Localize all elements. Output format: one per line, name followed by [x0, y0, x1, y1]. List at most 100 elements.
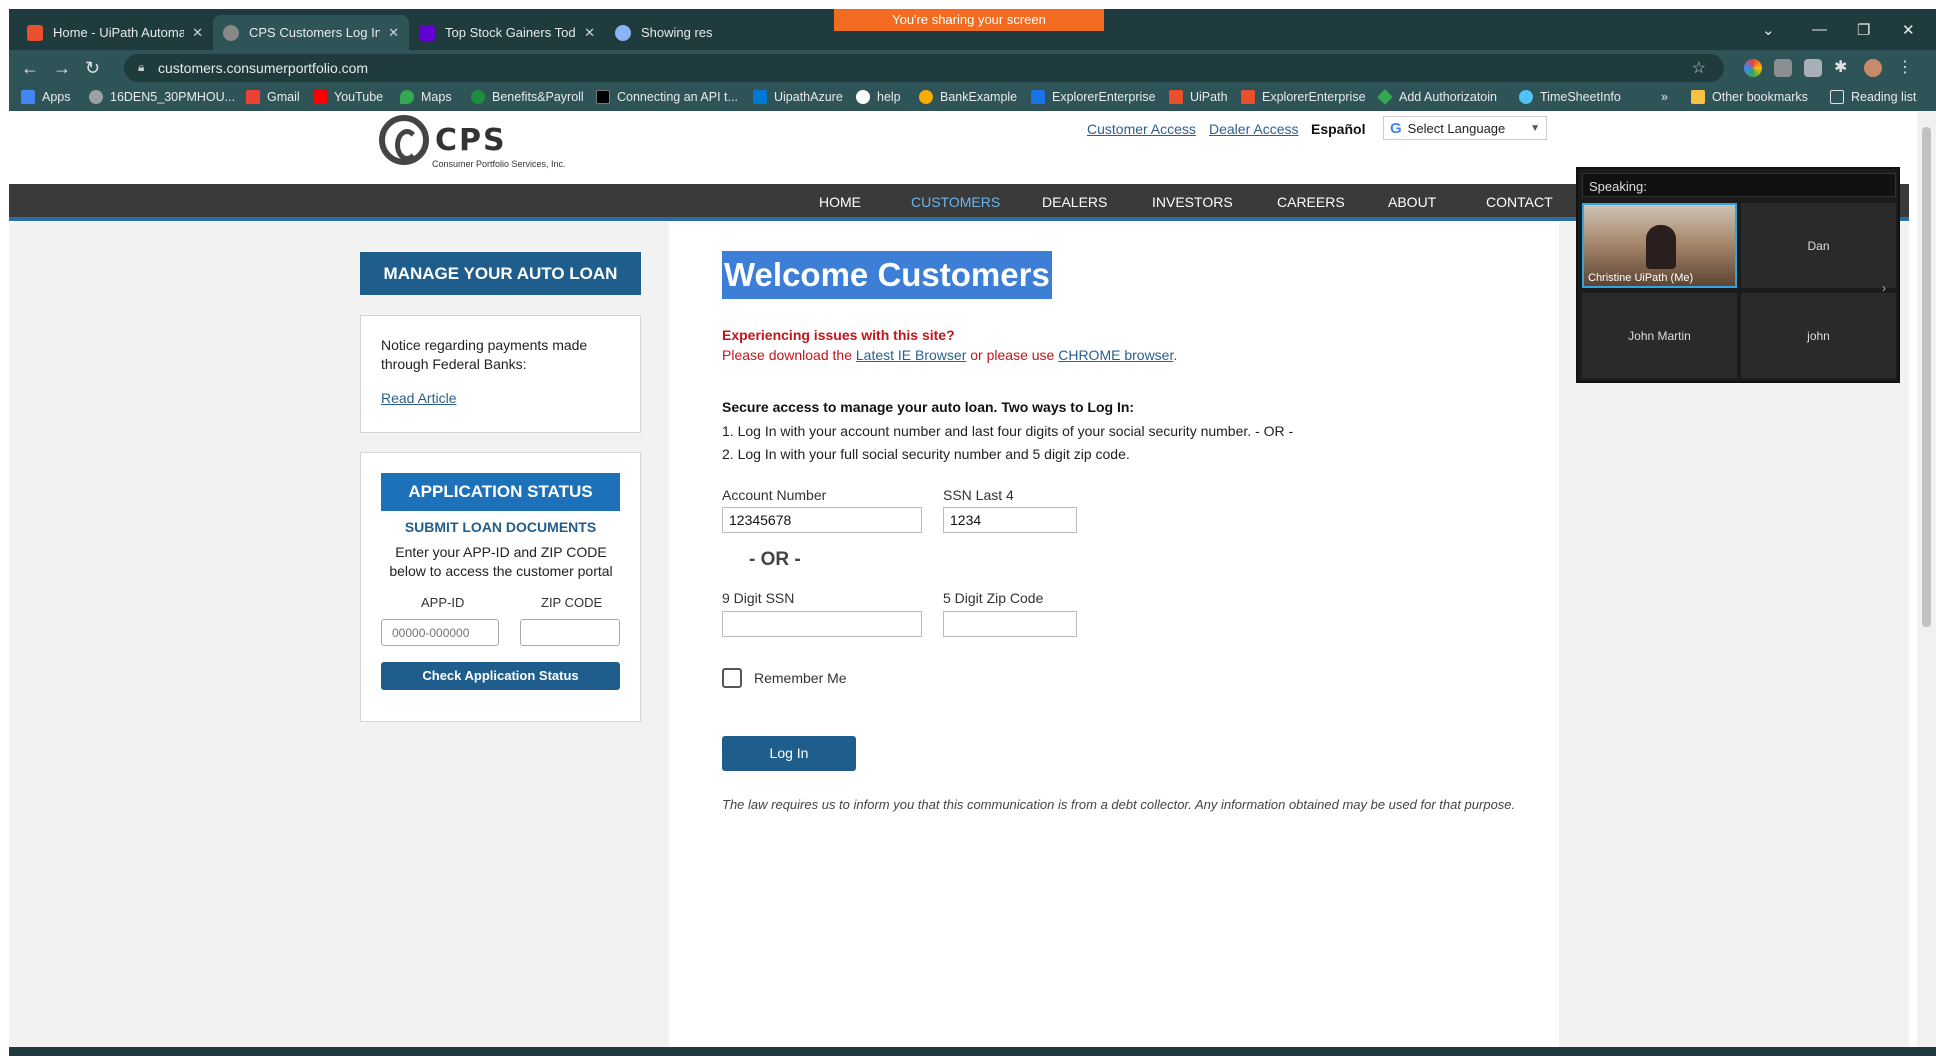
notice-card: Notice regarding payments made through F… — [360, 315, 641, 433]
profile-avatar[interactable] — [1864, 59, 1882, 77]
url-bar[interactable]: 🔒︎ customers.consumerportfolio.com ☆ — [124, 54, 1724, 82]
tab-search-icon[interactable]: ⌄ — [1762, 21, 1775, 39]
back-icon[interactable]: ← — [21, 58, 39, 79]
zip-5-digit-label: 5 Digit Zip Code — [943, 590, 1044, 606]
speaking-indicator: Speaking: — [1582, 173, 1896, 197]
remember-me-checkbox[interactable] — [722, 668, 742, 688]
zip-5-digit-input[interactable] — [943, 611, 1077, 637]
participant-tile[interactable]: john — [1741, 293, 1896, 378]
more-bookmarks-chevron[interactable]: » — [1661, 90, 1668, 104]
participant-tile-self[interactable]: Christine UiPath (Me) — [1582, 203, 1737, 288]
language-select[interactable]: G Select Language ▼ — [1383, 116, 1547, 140]
puzzle-extensions-icon[interactable]: ✱ — [1834, 59, 1852, 77]
bookmark-item[interactable]: Gmail — [246, 90, 300, 104]
maps-pin-icon — [400, 90, 414, 104]
nav-home[interactable]: HOME — [819, 194, 861, 210]
remember-me-label[interactable]: Remember Me — [754, 670, 847, 686]
globe-icon — [89, 90, 103, 104]
nav-investors[interactable]: INVESTORS — [1152, 194, 1233, 210]
nav-customers[interactable]: CUSTOMERS — [911, 194, 1000, 210]
reload-icon[interactable]: ↻ — [85, 58, 100, 79]
url-text: customers.consumerportfolio.com — [158, 60, 369, 76]
participant-tile[interactable]: Dan — [1741, 203, 1896, 288]
screen-sharing-banner[interactable]: You're sharing your screen — [834, 9, 1104, 31]
tab-showing-results[interactable]: Showing res — [605, 15, 835, 50]
zip-code-input[interactable] — [520, 619, 620, 646]
page-scrollbar[interactable] — [1917, 111, 1936, 1047]
github-icon — [856, 90, 870, 104]
tab-cps-login[interactable]: CPS Customers Log In ✕ — [213, 15, 409, 50]
bookmark-item[interactable]: TimeSheetInfo — [1519, 90, 1621, 104]
bookmark-item[interactable]: Connecting an API t... — [596, 90, 738, 104]
bookmark-item[interactable]: 16DEN5_30PMHOU... — [89, 90, 235, 104]
participant-tile[interactable]: John Martin — [1582, 293, 1737, 378]
secure-access-title: Secure access to manage your auto loan. … — [722, 399, 1135, 415]
bookmark-item[interactable]: ExplorerEnterprise — [1031, 90, 1156, 104]
notice-text: Notice regarding payments made through F… — [381, 337, 588, 372]
nav-contact[interactable]: CONTACT — [1486, 194, 1553, 210]
minimize-icon[interactable]: — — [1812, 21, 1827, 38]
tab-yahoo-gainers[interactable]: Top Stock Gainers Today - Yahoo ✕ — [409, 15, 605, 50]
account-number-input[interactable]: 12345678 — [722, 507, 922, 533]
bookmark-item[interactable]: UipathAzure — [753, 90, 843, 104]
google-g-icon: G — [1390, 119, 1402, 137]
forward-icon[interactable]: → — [53, 58, 71, 79]
tab-uipath-home[interactable]: Home - UiPath Automation Clou ✕ — [17, 15, 213, 50]
close-tab-icon[interactable]: ✕ — [192, 25, 203, 41]
lock-icon: 🔒︎ — [138, 60, 145, 74]
next-page-chevron-icon[interactable]: › — [1882, 281, 1886, 295]
close-tab-icon[interactable]: ✕ — [388, 25, 399, 41]
debt-collector-notice: The law requires us to inform you that t… — [722, 797, 1516, 812]
menu-kebab-icon[interactable]: ⋮ — [1897, 59, 1915, 77]
close-tab-icon[interactable]: ✕ — [584, 25, 595, 41]
latest-ie-browser-link[interactable]: Latest IE Browser — [856, 347, 967, 363]
customer-access-link[interactable]: Customer Access — [1087, 121, 1196, 137]
nav-dealers[interactable]: DEALERS — [1042, 194, 1107, 210]
close-window-icon[interactable]: ✕ — [1902, 21, 1915, 39]
bookmark-item[interactable]: Benefits&Payroll — [471, 90, 584, 104]
participant-silhouette — [1646, 225, 1676, 269]
cloud-icon — [1519, 90, 1533, 104]
bookmark-item[interactable]: help — [856, 90, 901, 104]
bookmark-item[interactable]: Add Authorizatoin — [1377, 89, 1497, 105]
ssn-last4-input[interactable]: 1234 — [943, 507, 1077, 533]
espanol-link[interactable]: Español — [1311, 121, 1365, 137]
app-id-input[interactable] — [381, 619, 499, 646]
ssn-9-digit-label: 9 Digit SSN — [722, 590, 795, 606]
login-button[interactable]: Log In — [722, 736, 856, 771]
uipath-icon — [1169, 90, 1183, 104]
login-option-1: 1. Log In with your account number and l… — [722, 423, 1294, 439]
extension-icon[interactable] — [1804, 59, 1822, 77]
chrome-browser-link[interactable]: CHROME browser — [1058, 347, 1173, 363]
ssn-9-digit-input[interactable] — [722, 611, 922, 637]
zip-code-label: ZIP CODE — [541, 595, 603, 610]
folder-icon — [1691, 90, 1705, 104]
check-application-status-button[interactable]: Check Application Status — [381, 662, 620, 690]
manage-auto-loan-button[interactable]: MANAGE YOUR AUTO LOAN — [360, 252, 641, 295]
read-article-link[interactable]: Read Article — [381, 390, 456, 406]
submit-loan-documents-link[interactable]: SUBMIT LOAN DOCUMENTS — [361, 519, 640, 535]
reading-list[interactable]: Reading list — [1830, 90, 1916, 104]
restore-icon[interactable]: ❐ — [1857, 21, 1870, 39]
word-icon — [1031, 90, 1045, 104]
bookmark-item[interactable]: Apps — [21, 90, 71, 104]
other-bookmarks[interactable]: Other bookmarks — [1691, 90, 1808, 104]
meeting-participants-panel[interactable]: Speaking: Christine UiPath (Me) Dan John… — [1576, 167, 1900, 383]
bookmark-item[interactable]: ExplorerEnterprise — [1241, 90, 1366, 104]
dealer-access-link[interactable]: Dealer Access — [1209, 121, 1298, 137]
bookmark-item[interactable]: YouTube — [313, 90, 383, 104]
or-divider: - OR - — [749, 549, 801, 570]
address-toolbar: ← → ↻ 🔒︎ customers.consumerportfolio.com… — [9, 50, 1936, 86]
scrollbar-thumb[interactable] — [1922, 127, 1931, 627]
bookmark-star-icon[interactable]: ☆ — [1692, 58, 1706, 78]
cps-logo[interactable]: CPS Consumer Portfolio Services, Inc. — [379, 115, 579, 171]
uipath-favicon-icon — [27, 24, 43, 41]
bookmark-item[interactable]: BankExample — [919, 90, 1017, 104]
bookmark-item[interactable]: UiPath — [1169, 90, 1228, 104]
nav-careers[interactable]: CAREERS — [1277, 194, 1345, 210]
bookmark-item[interactable]: Maps — [400, 90, 452, 104]
color-extension-icon[interactable] — [1744, 59, 1762, 77]
extension-icon[interactable] — [1774, 59, 1792, 77]
bank-icon — [919, 90, 933, 104]
nav-about[interactable]: ABOUT — [1388, 194, 1436, 210]
